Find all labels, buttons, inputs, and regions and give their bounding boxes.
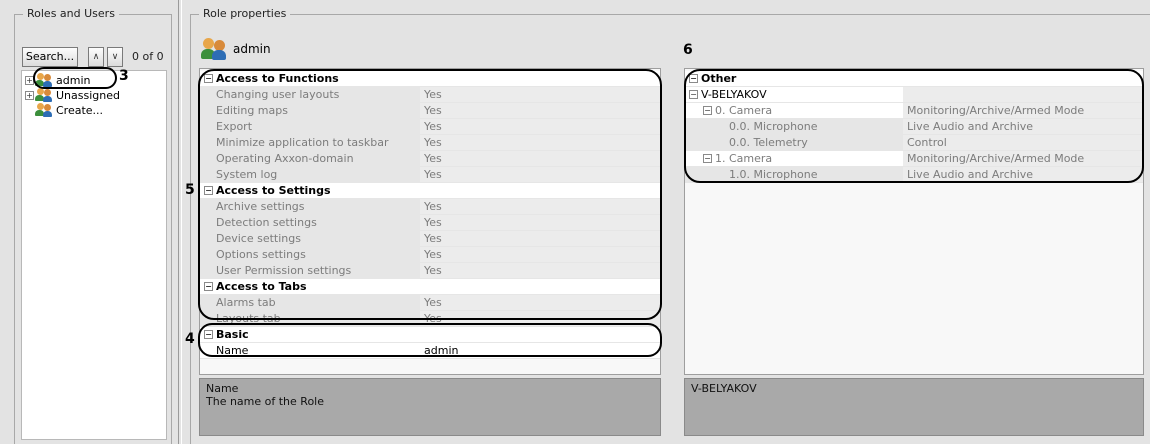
object-description-panel: V-BELYAKOV <box>684 378 1144 436</box>
search-button[interactable]: Search... <box>22 47 78 67</box>
callout-oval-5 <box>198 69 662 320</box>
vertical-separator[interactable] <box>178 0 182 444</box>
callout-oval-6 <box>684 69 1144 183</box>
callout-oval-3 <box>33 67 117 89</box>
prev-match-button[interactable]: ∧ <box>88 47 104 67</box>
match-count: 0 of 0 <box>132 50 164 63</box>
callout-oval-4 <box>198 323 662 357</box>
role-icon <box>200 38 228 60</box>
callout-number-4: 4 <box>185 331 195 347</box>
callout-number-3: 3 <box>119 68 129 84</box>
property-description-panel: Name The name of the Role <box>199 378 661 436</box>
tree-item-label: Unassigned <box>56 88 120 102</box>
role-icon <box>35 88 53 102</box>
roles-tree: + admin + Unassigned Create... <box>21 70 167 440</box>
tree-item-create[interactable]: Create... <box>35 103 103 117</box>
roles-and-users-title: Roles and Users <box>23 7 119 21</box>
description-title: V-BELYAKOV <box>691 382 757 395</box>
tree-item-unassigned[interactable]: + Unassigned <box>25 88 120 102</box>
next-match-button[interactable]: ∨ <box>107 47 123 67</box>
callout-number-6: 6 <box>683 42 693 58</box>
callout-number-5: 5 <box>185 182 195 198</box>
role-name-title: admin <box>233 42 271 56</box>
role-icon <box>35 103 53 117</box>
description-text: The name of the Role <box>206 395 324 408</box>
expand-icon[interactable]: + <box>25 90 34 100</box>
tree-item-label: Create... <box>56 103 104 117</box>
description-title: Name <box>206 382 239 395</box>
role-properties-title: Role properties <box>199 7 291 21</box>
